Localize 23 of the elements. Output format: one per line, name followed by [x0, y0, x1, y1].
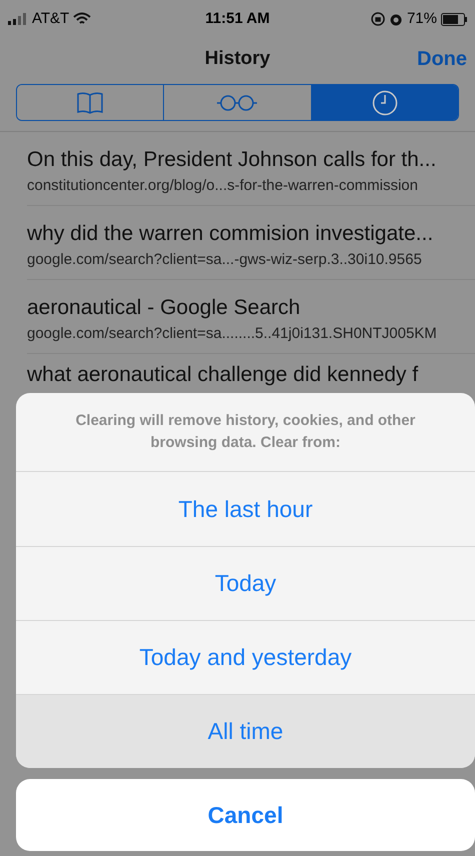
- page-title: History: [204, 46, 270, 71]
- history-title[interactable]: aeronautical - Google Search: [27, 295, 475, 321]
- clock-icon: [372, 90, 398, 116]
- signal-icon: [8, 13, 28, 25]
- history-url: google.com/search?client=sa...-gws-wiz-serp.3..30i10.9565: [27, 250, 423, 270]
- segment-tab[interactable]: [310, 85, 458, 120]
- wifi-icon: [73, 12, 92, 26]
- book-icon: [76, 90, 104, 114]
- battery-percent: 71%: [406, 8, 437, 29]
- history-title[interactable]: On this day, President Johnson calls for th...: [27, 147, 475, 173]
- rotation-lock-icon: [370, 12, 385, 26]
- glasses-icon: [216, 94, 258, 112]
- history-title[interactable]: what aeronautical challenge did kennedy f: [27, 362, 475, 388]
- clock-time: 11:51 AM: [205, 8, 270, 29]
- history-url: constitutioncenter.org/blog/o...s-for-the-warren-commission: [27, 176, 419, 196]
- alarm-icon: [388, 12, 403, 26]
- cancel-button[interactable]: Cancel: [16, 779, 475, 851]
- clear-option[interactable]: All time: [16, 694, 475, 768]
- carrier-name: AT&T: [32, 8, 70, 29]
- history-url: google.com/search?client=sa........5..41j0i131.SH0NTJ005KM: [27, 324, 438, 344]
- done-button[interactable]: Done: [417, 44, 467, 74]
- battery-icon: [440, 12, 467, 26]
- history-title[interactable]: why did the warren commision investigate...: [27, 221, 475, 247]
